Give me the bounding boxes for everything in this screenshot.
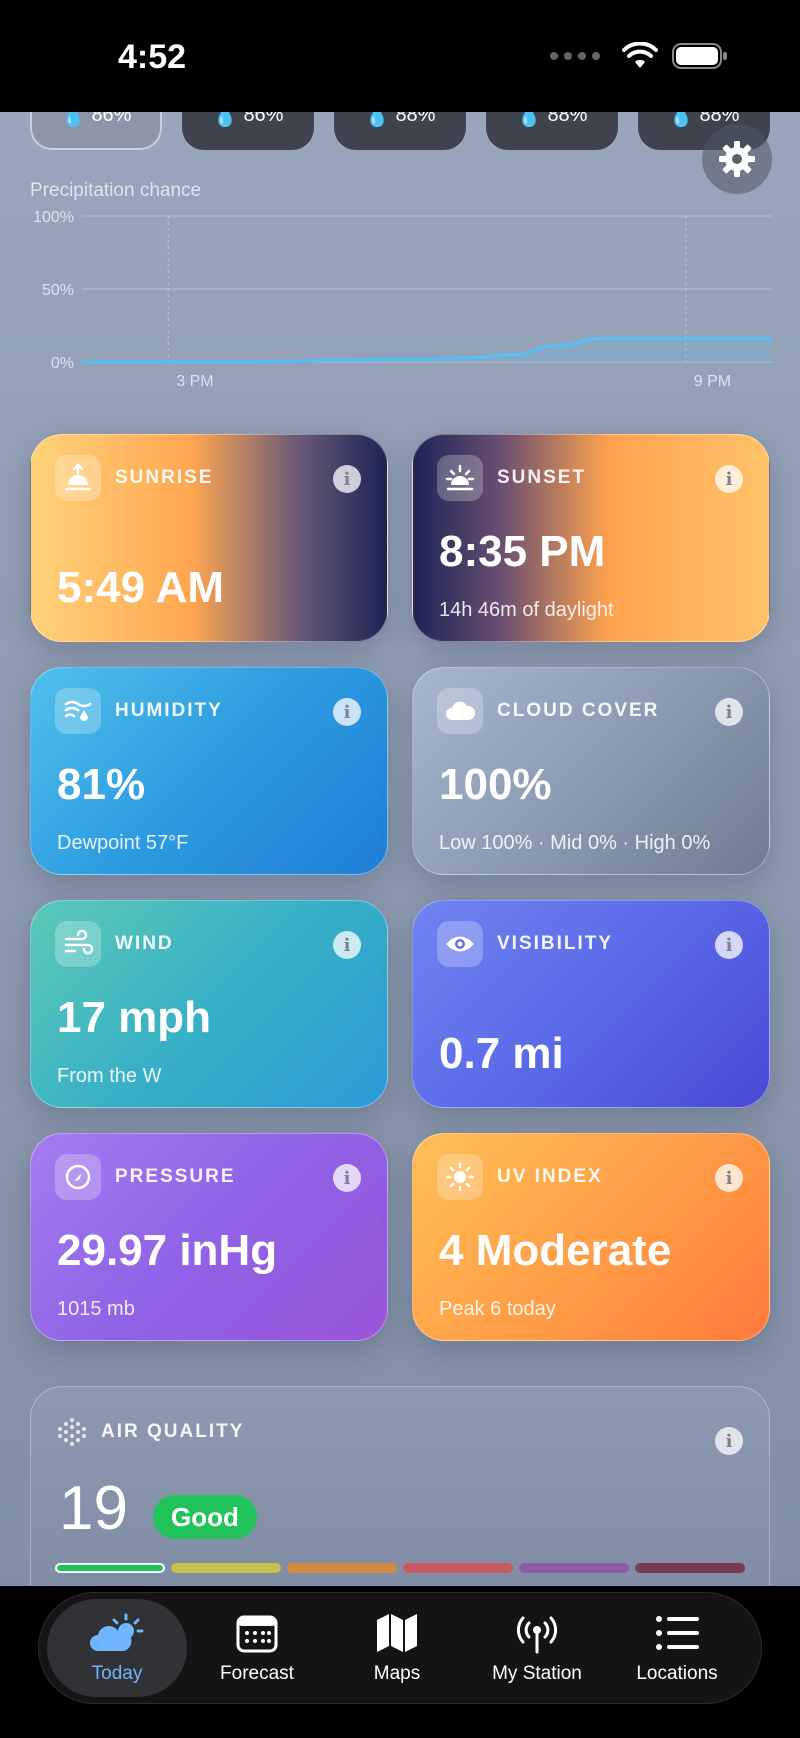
battery-icon <box>672 43 727 69</box>
chart-y-tick-label: 100% <box>33 209 74 226</box>
tab-label: Locations <box>636 1663 718 1684</box>
wifi-icon <box>622 42 658 68</box>
precipitation-chart: 100% 50% 0% 3 PM 9 PM <box>33 209 772 390</box>
chart-y-tick-label: 0% <box>51 355 74 372</box>
status-time: 4:52 <box>118 38 187 76</box>
antenna-icon <box>513 1611 561 1655</box>
tab-locations[interactable]: Locations <box>607 1599 747 1697</box>
pressure-card[interactable]: PRESSURE i 29.97 inHg 1015 mb <box>30 1133 388 1341</box>
aqi-scale-segment <box>403 1563 513 1573</box>
tab-label: Maps <box>373 1663 421 1684</box>
info-icon[interactable]: i <box>333 465 361 493</box>
card-label: SUNRISE <box>115 467 214 488</box>
uv-index-card[interactable]: UV INDEX i 4 Moderate Peak 6 today <box>412 1133 770 1341</box>
calendar-icon <box>236 1611 278 1655</box>
pressure-mb-text: 1015 mb <box>57 1298 135 1320</box>
card-label: UV INDEX <box>497 1166 603 1187</box>
visibility-card[interactable]: VISIBILITY i 0.7 mi <box>412 900 770 1108</box>
tab-label: Today <box>91 1663 143 1684</box>
air-quality-card[interactable]: AIR QUALITY i 19 Good <box>30 1386 770 1616</box>
wind-direction-text: From the W <box>57 1065 162 1087</box>
tab-forecast[interactable]: Forecast <box>187 1599 327 1697</box>
card-label: SUNSET <box>497 467 587 488</box>
sunrise-card[interactable]: SUNRISE i 5:49 AM <box>30 434 388 642</box>
info-icon[interactable]: i <box>715 1164 743 1192</box>
tab-my-station[interactable]: My Station <box>467 1599 607 1697</box>
settings-button[interactable] <box>702 124 772 194</box>
chart-x-tick-label: 9 PM <box>694 373 731 390</box>
humidity-value: 81% <box>57 760 146 809</box>
map-icon <box>375 1611 419 1655</box>
aqi-scale <box>55 1563 745 1573</box>
uv-peak-text: Peak 6 today <box>439 1298 556 1320</box>
cloud-layers-text: Low 100% · Mid 0% · High 0% <box>439 832 711 854</box>
tab-label: Forecast <box>220 1663 294 1684</box>
humidity-card[interactable]: HUMIDITY i 81% Dewpoint 57°F <box>30 667 388 875</box>
sunset-icon <box>437 455 483 501</box>
sunrise-icon <box>55 455 101 501</box>
visibility-value: 0.7 mi <box>439 1029 564 1078</box>
air-particles-icon <box>58 1418 86 1446</box>
gear-icon <box>719 141 755 177</box>
tab-maps[interactable]: Maps <box>327 1599 467 1697</box>
aqi-scale-segment <box>171 1563 281 1573</box>
sunset-card[interactable]: SUNSET i 8:35 PM 14h 46m of daylight <box>412 434 770 642</box>
wind-icon <box>55 921 101 967</box>
sunset-value: 8:35 PM <box>439 527 606 576</box>
aqi-scale-segment <box>55 1563 165 1573</box>
card-label: PRESSURE <box>115 1166 236 1187</box>
eye-icon <box>437 921 483 967</box>
aqi-badge: Good <box>153 1495 257 1539</box>
pressure-value: 29.97 inHg <box>57 1226 278 1275</box>
aqi-value: 19 <box>59 1474 128 1543</box>
info-icon[interactable]: i <box>715 1427 743 1455</box>
tab-bar: Today Forecast Maps My Station Locations <box>0 1586 800 1738</box>
cloud-cover-value: 100% <box>439 760 552 809</box>
aqi-scale-segment <box>635 1563 745 1573</box>
cloud-icon <box>437 688 483 734</box>
aqi-scale-segment <box>519 1563 629 1573</box>
card-label: HUMIDITY <box>115 700 223 721</box>
dewpoint-text: Dewpoint 57°F <box>57 832 189 854</box>
info-icon[interactable]: i <box>715 698 743 726</box>
info-icon[interactable]: i <box>333 1164 361 1192</box>
chart-x-tick-label: 3 PM <box>176 373 213 390</box>
weather-partly-cloudy-icon <box>86 1611 148 1655</box>
sunrise-value: 5:49 AM <box>57 563 225 612</box>
status-bar: 4:52 <box>0 0 800 112</box>
info-icon[interactable]: i <box>715 931 743 959</box>
status-icons <box>550 42 728 70</box>
tab-bar-inner: Today Forecast Maps My Station Locations <box>38 1592 762 1704</box>
chart-title: Precipitation chance <box>30 180 202 201</box>
humidity-icon <box>55 688 101 734</box>
info-icon[interactable]: i <box>715 465 743 493</box>
list-icon <box>655 1611 699 1655</box>
tab-label: My Station <box>492 1663 582 1684</box>
cloud-cover-card[interactable]: CLOUD COVER i 100% Low 100% · Mid 0% · H… <box>412 667 770 875</box>
info-icon[interactable]: i <box>333 698 361 726</box>
wind-value: 17 mph <box>57 993 212 1042</box>
sun-icon <box>437 1154 483 1200</box>
wind-card[interactable]: WIND i 17 mph From the W <box>30 900 388 1108</box>
info-icon[interactable]: i <box>333 931 361 959</box>
card-label: AIR QUALITY <box>101 1421 245 1442</box>
card-label: VISIBILITY <box>497 933 614 954</box>
card-label: WIND <box>115 933 174 954</box>
uv-value: 4 Moderate <box>439 1226 672 1275</box>
gauge-icon <box>55 1154 101 1200</box>
daylight-text: 14h 46m of daylight <box>439 599 614 621</box>
tab-today[interactable]: Today <box>47 1599 187 1697</box>
aqi-scale-segment <box>287 1563 397 1573</box>
card-label: CLOUD COVER <box>497 700 660 721</box>
chart-y-tick-label: 50% <box>42 282 74 299</box>
signal-dots-icon <box>550 52 600 60</box>
